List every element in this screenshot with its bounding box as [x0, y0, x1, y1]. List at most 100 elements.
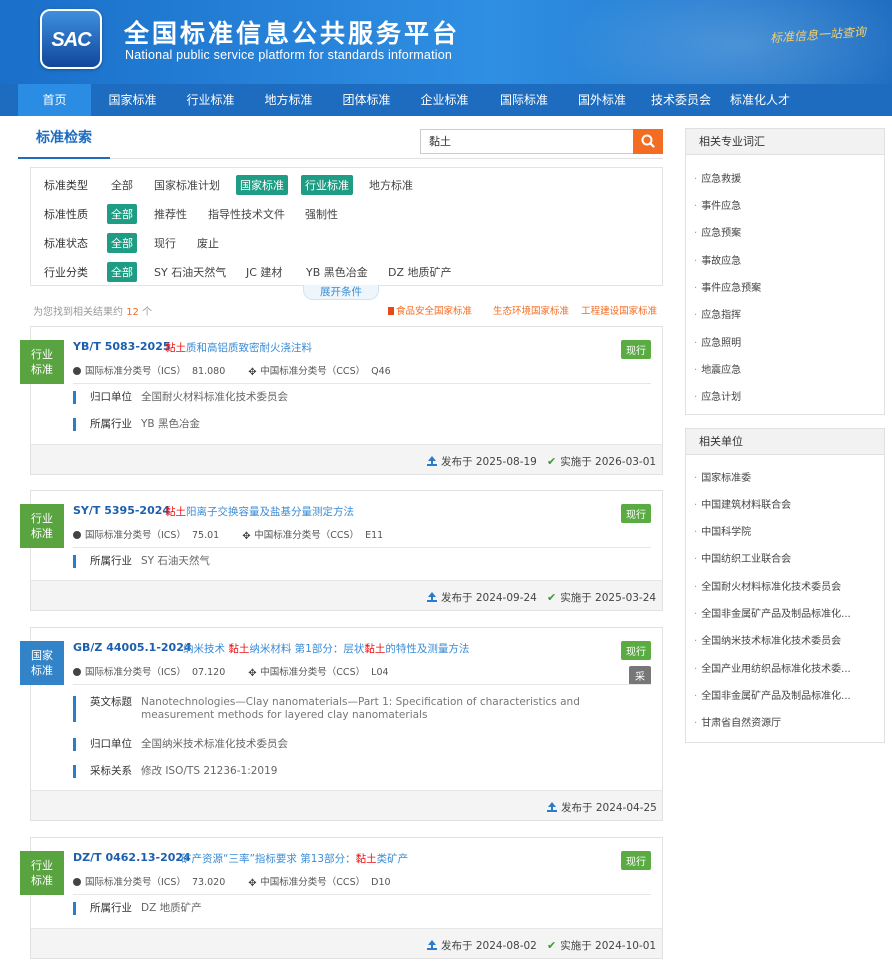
nav-group-standards[interactable]: 团体标准: [330, 84, 403, 116]
standard-code[interactable]: SY/T 5395-2024: [73, 504, 170, 517]
nav-talent[interactable]: 标准化人才: [722, 84, 798, 116]
title-text: 类矿产: [376, 853, 409, 865]
related-term-link[interactable]: 应急指挥: [694, 306, 879, 321]
related-unit-link[interactable]: 国家标准委: [694, 469, 879, 484]
effective-date-text: 实施于 2025-03-24: [560, 592, 657, 604]
info-value: Nanotechnologies—Clay nanomaterials—Part…: [141, 696, 580, 721]
filter-option[interactable]: SY 石油天然气: [154, 264, 226, 280]
standard-type-badge: 行业 标准: [20, 851, 64, 895]
related-term-link[interactable]: 应急预案: [694, 224, 879, 239]
result-card: 国家 标准 GB/Z 44005.1-2024 纳米技术 黏土纳米材料 第1部分：…: [20, 627, 663, 821]
check-icon: ✔: [547, 591, 557, 604]
site-subtitle: National public service platform for sta…: [125, 48, 453, 62]
standard-title[interactable]: 矿产资源“三率”指标要求 第13部分：黏土类矿产: [181, 851, 408, 866]
related-unit-link[interactable]: 全国非金属矿产品及制品标准化...: [694, 687, 879, 702]
filter-option[interactable]: 现行: [154, 235, 176, 251]
standard-title[interactable]: 黏土质和高铝质致密耐火浇注料: [165, 340, 312, 355]
check-icon: ✔: [547, 455, 557, 468]
info-value: YB 黑色冶金: [141, 418, 200, 430]
title-text: 阳离子交换容量及盐基分量测定方法: [186, 506, 354, 518]
filter-option-selected[interactable]: 行业标准: [301, 175, 353, 195]
header-glow: [560, 0, 892, 84]
nav-industry-standards[interactable]: 行业标准: [174, 84, 247, 116]
nav-national-standards[interactable]: 国家标准: [96, 84, 169, 116]
result-card: 行业 标准 YB/T 5083-2025 黏土质和高铝质致密耐火浇注料 现行 国际…: [20, 326, 663, 475]
related-unit-link[interactable]: 中国纺织工业联合会: [694, 550, 879, 565]
publish-date: 发布于 2024-08-02: [427, 938, 537, 953]
panel-title: 相关专业词汇: [686, 129, 884, 155]
related-term-link[interactable]: 应急计划: [694, 388, 879, 403]
quick-tag[interactable]: 生态环境国家标准: [493, 306, 569, 317]
filter-option[interactable]: 推荐性: [154, 206, 187, 222]
globe-icon: [73, 668, 81, 676]
related-unit-link[interactable]: 全国耐火材料标准化技术委员会: [694, 578, 879, 593]
related-unit-link[interactable]: 中国建筑材料联合会: [694, 496, 879, 511]
classification-row: 国际标准分类号（ICS） 73.020 ✥ 中国标准分类号（CCS） D10: [73, 874, 391, 889]
tab-standard-search[interactable]: 标准检索: [18, 128, 110, 159]
expand-filters-button[interactable]: 展开条件: [303, 285, 379, 300]
filter-option[interactable]: 废止: [197, 235, 219, 251]
standard-code[interactable]: YB/T 5083-2025: [73, 340, 171, 353]
filter-option-selected[interactable]: 国家标准: [236, 175, 288, 195]
related-term-link[interactable]: 应急照明: [694, 334, 879, 349]
upload-icon: [427, 456, 437, 466]
effective-date-text: 实施于 2024-10-01: [560, 940, 657, 952]
sac-logo[interactable]: SAC: [40, 9, 102, 69]
standard-title[interactable]: 纳米技术 黏土纳米材料 第1部分：层状黏土的特性及测量方法: [183, 641, 469, 656]
ics-value: 81.080: [192, 366, 226, 377]
filter-option[interactable]: 全部: [111, 177, 133, 193]
publish-date-text: 发布于 2025-08-19: [441, 456, 537, 468]
ics-value: 73.020: [192, 877, 226, 888]
classification-row: 国际标准分类号（ICS） 81.080 ✥ 中国标准分类号（CCS） Q46: [73, 363, 391, 378]
related-terms-panel: 相关专业词汇 应急救援 事件应急 应急预案 事故应急 事件应急预案 应急指挥 应…: [685, 128, 885, 415]
filter-option[interactable]: 指导性技术文件: [208, 206, 285, 222]
search-input[interactable]: 黏土: [420, 129, 633, 154]
filter-option[interactable]: 强制性: [305, 206, 338, 222]
filter-option-selected[interactable]: 全部: [107, 204, 137, 224]
nav-international-standards[interactable]: 国际标准: [486, 84, 562, 116]
publish-date: 发布于 2024-04-25: [547, 800, 657, 815]
related-term-link[interactable]: 地震应急: [694, 361, 879, 376]
related-term-link[interactable]: 事件应急预案: [694, 279, 879, 294]
search-button[interactable]: [633, 129, 663, 154]
related-unit-link[interactable]: 甘肃省自然资源厅: [694, 714, 879, 729]
related-term-link[interactable]: 事故应急: [694, 252, 879, 267]
standard-code[interactable]: DZ/T 0462.13-2024: [73, 851, 191, 864]
filter-label: 行业分类: [44, 266, 88, 279]
filter-option[interactable]: 国家标准计划: [154, 177, 220, 193]
title-highlight: 黏土: [364, 643, 386, 655]
related-unit-link[interactable]: 全国纳米技术标准化技术委员会: [694, 632, 879, 647]
related-term-link[interactable]: 事件应急: [694, 197, 879, 212]
filter-row-type: 标准类型 全部 国家标准计划 国家标准 行业标准 地方标准: [31, 170, 662, 198]
filter-option-selected[interactable]: 全部: [107, 262, 137, 282]
standard-code[interactable]: GB/Z 44005.1-2024: [73, 641, 192, 654]
classification-row: 国际标准分类号（ICS） 75.01 ✥ 中国标准分类号（CCS） E11: [73, 527, 383, 542]
related-term-link[interactable]: 应急救援: [694, 170, 879, 185]
related-unit-link[interactable]: 中国科学院: [694, 523, 879, 538]
info-key: 英文标题: [90, 696, 132, 708]
nav-enterprise-standards[interactable]: 企业标准: [408, 84, 481, 116]
nav-technical-committees[interactable]: 技术委员会: [642, 84, 720, 116]
filter-option[interactable]: 地方标准: [369, 177, 413, 193]
status-badge: 现行: [621, 641, 651, 660]
quick-tag[interactable]: 食品安全国家标准: [388, 306, 481, 317]
card-footer: 发布于 2024-08-02 ✔ 实施于 2024-10-01: [31, 928, 662, 958]
nav-home[interactable]: 首页: [18, 84, 91, 116]
filter-option-selected[interactable]: 全部: [107, 233, 137, 253]
standard-title[interactable]: 黏土阳离子交换容量及盐基分量测定方法: [165, 504, 354, 519]
quick-tag[interactable]: 工程建设国家标准: [581, 306, 657, 317]
title-text: 的特性及测量方法: [385, 643, 470, 655]
related-unit-link[interactable]: 全国产业用纺织品标准化技术委...: [694, 660, 879, 675]
nav-foreign-standards[interactable]: 国外标准: [564, 84, 640, 116]
badge-line: 行业: [31, 512, 53, 525]
filter-option[interactable]: YB 黑色冶金: [306, 264, 368, 280]
filter-option[interactable]: JC 建材: [246, 264, 282, 280]
classification-row: 国际标准分类号（ICS） 07.120 ✥ 中国标准分类号（CCS） L04: [73, 664, 389, 679]
nav-local-standards[interactable]: 地方标准: [252, 84, 325, 116]
badge-line: 标准: [31, 363, 53, 376]
related-unit-link[interactable]: 全国非金属矿产品及制品标准化...: [694, 605, 879, 620]
crosshair-icon: ✥: [242, 531, 251, 542]
filter-option[interactable]: DZ 地质矿产: [388, 264, 452, 280]
upload-icon: [427, 592, 437, 602]
logo-text: SAC: [51, 29, 91, 51]
